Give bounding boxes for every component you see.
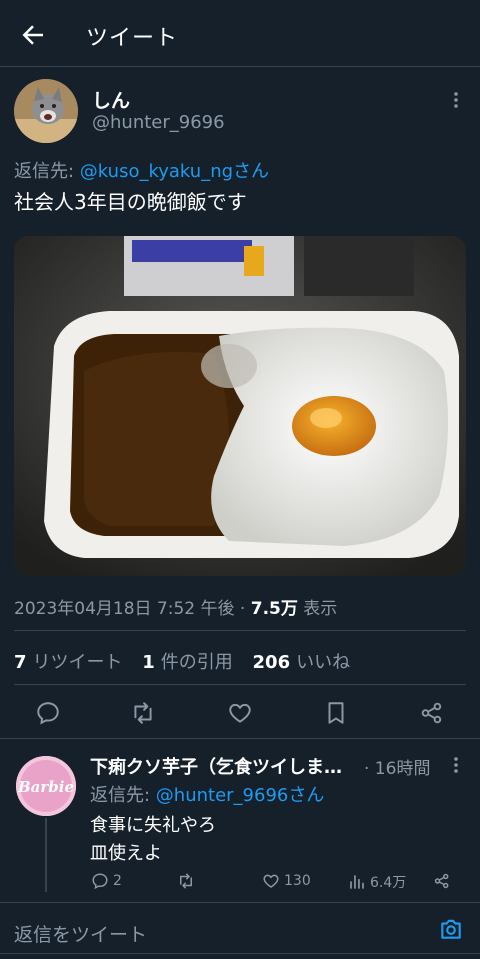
timestamp: 2023年04月18日 7:52 午後 · xyxy=(14,599,251,619)
like-icon xyxy=(263,874,279,888)
retweet-label: リツイート xyxy=(32,652,123,673)
bookmark-icon[interactable] xyxy=(323,700,349,726)
composer-placeholder[interactable]: 返信をツイート xyxy=(14,920,147,947)
analytics-icon xyxy=(350,875,364,889)
reply-reply-label: 返信先: xyxy=(90,785,156,806)
reply-share-button[interactable] xyxy=(433,872,451,890)
tweet-text: 社会人3年目の晩御飯です xyxy=(14,190,247,214)
reply-text-line-2: 皿使えよ xyxy=(90,843,162,864)
reply-label: 返信先: xyxy=(14,161,80,182)
back-arrow-icon[interactable] xyxy=(18,20,48,50)
share-icon[interactable] xyxy=(419,700,445,726)
curry-rice-image xyxy=(14,236,466,576)
header-divider xyxy=(0,66,480,67)
retweet-icon[interactable] xyxy=(130,700,156,726)
reply-reply-context: 返信先: @hunter_9696さん xyxy=(90,781,324,807)
reply-retweet-button[interactable] xyxy=(177,872,195,890)
quote-label: 件の引用 xyxy=(160,652,233,673)
avatar[interactable] xyxy=(14,79,78,143)
like-icon[interactable] xyxy=(227,700,253,726)
quote-count: 1 xyxy=(142,652,155,673)
reply-reply-to-link[interactable]: @hunter_9696さん xyxy=(156,785,325,806)
top-bar: ツイート xyxy=(0,0,480,68)
like-label: いいね xyxy=(296,652,351,673)
reply-reply-count: 2 xyxy=(113,873,122,889)
retweet-icon xyxy=(180,873,192,889)
view-label: 表示 xyxy=(297,599,338,619)
reply-like-count: 130 xyxy=(284,873,311,889)
reply-composer[interactable]: 返信をツイート xyxy=(0,902,480,959)
reply-actions: 2 130 6.4万 xyxy=(0,872,480,898)
reply-context: 返信先: @kuso_kyaku_ngさん xyxy=(14,157,269,183)
quote-stat[interactable]: 1 件の引用 xyxy=(142,652,233,673)
reply-more-options-icon[interactable] xyxy=(450,755,462,775)
reply-display-name[interactable]: 下痢クソ芋子（乞食ツイしま… xyxy=(90,753,362,779)
reply-time: · 16時間 xyxy=(364,759,431,779)
reply-icon[interactable] xyxy=(35,700,61,726)
reply-like-button[interactable]: 130 xyxy=(262,872,311,890)
camera-icon[interactable] xyxy=(438,916,464,942)
bottom-divider xyxy=(0,953,480,954)
retweet-count: 7 xyxy=(14,652,27,673)
meta-divider xyxy=(14,630,466,631)
like-stat[interactable]: 206 いいね xyxy=(253,652,351,673)
user-handle[interactable]: @hunter_9696 xyxy=(92,112,225,133)
stats-divider xyxy=(14,684,466,685)
reply-views-button[interactable]: 6.4万 xyxy=(348,872,406,892)
reply-view-count: 6.4万 xyxy=(370,875,407,891)
reply-text-line-1: 食事に失礼やろ xyxy=(90,815,216,836)
like-count: 206 xyxy=(252,652,291,673)
tweet-meta: 2023年04月18日 7:52 午後 · 7.5万 表示 xyxy=(14,594,337,619)
barbie-avatar-image: Barbie xyxy=(16,756,76,816)
avatar-logo-text: Barbie xyxy=(17,778,74,796)
share-icon xyxy=(434,873,449,889)
cat-avatar-image xyxy=(14,79,78,143)
view-count: 7.5万 xyxy=(250,599,298,619)
tweet-photo[interactable] xyxy=(14,236,466,576)
actions-divider xyxy=(0,738,480,739)
display-name[interactable]: しん xyxy=(92,86,130,113)
page-title: ツイート xyxy=(86,26,179,51)
reply-reply-button[interactable]: 2 xyxy=(91,872,122,890)
reply-avatar[interactable]: Barbie xyxy=(16,756,76,816)
tweet-actions xyxy=(0,690,480,736)
reply-to-link[interactable]: @kuso_kyaku_ngさん xyxy=(80,161,269,182)
reply-icon xyxy=(92,873,108,890)
retweet-stat[interactable]: 7 リツイート xyxy=(14,652,123,673)
tweet-stats: 7 リツイート 1 件の引用 206 いいね xyxy=(14,648,350,674)
more-options-icon[interactable] xyxy=(450,90,462,110)
